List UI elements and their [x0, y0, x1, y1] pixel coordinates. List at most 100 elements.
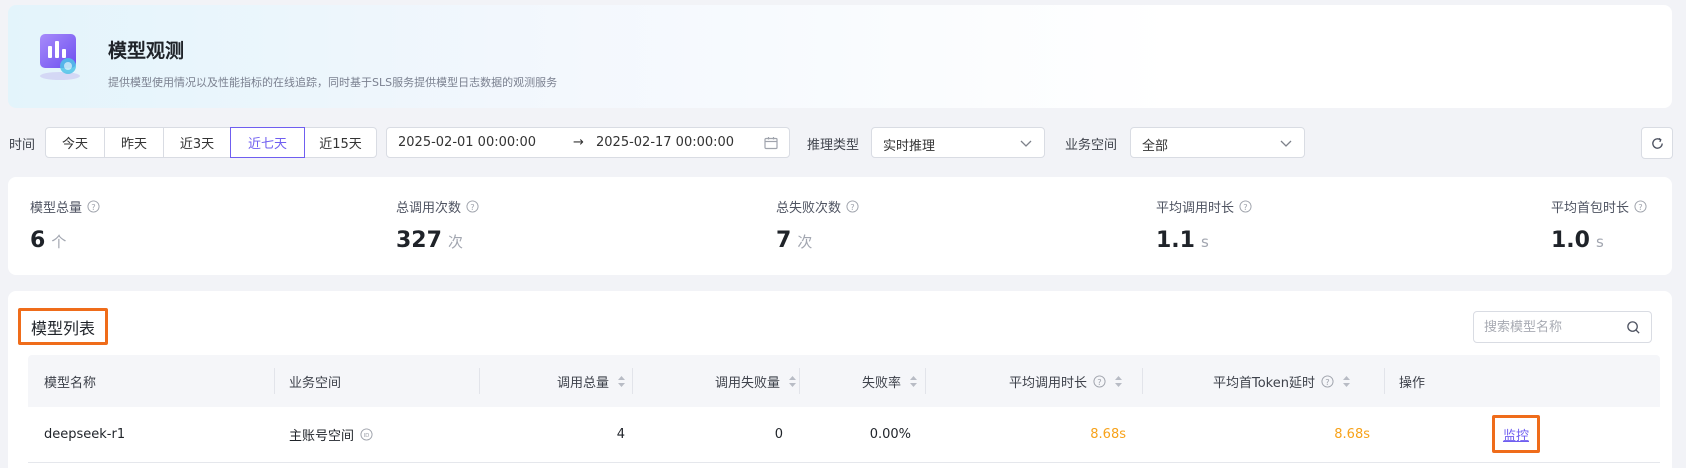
svg-text:?: ?: [850, 202, 854, 212]
filter-bar: 时间 今天 昨天 近3天 近七天 近15天 2025-02-01 00:00:0…: [0, 125, 1686, 159]
chevron-down-icon: [1020, 140, 1032, 147]
stat-unit: 次: [447, 233, 463, 251]
sort-icon[interactable]: [618, 375, 625, 387]
col-header-label: 平均调用时长: [1008, 375, 1087, 391]
workspace-value: 全部: [1142, 139, 1169, 154]
model-search-box[interactable]: [1473, 311, 1652, 343]
col-header-label: 调用失败量: [714, 375, 780, 391]
col-header-label: 平均首Token延时: [1213, 375, 1315, 391]
search-icon[interactable]: [1626, 320, 1641, 335]
monitor-link-highlight: 监控: [1492, 415, 1540, 453]
stat-avg-first-packet: 平均首包时长 ? 1.0 s: [1551, 197, 1647, 253]
table-row: deepseek-r1 主账号空间 ID 4 0 0.00% 8.68s 8.6…: [28, 407, 1660, 463]
svg-text:?: ?: [1097, 376, 1101, 386]
model-table: 模型名称 业务空间 调用总量 调用失败量 失败率 平均调用时长 ? 平均首Tok…: [28, 355, 1660, 463]
sort-icon[interactable]: [789, 375, 796, 387]
inference-type-label: 推理类型: [807, 138, 860, 153]
stat-label: 平均首包时长: [1551, 201, 1630, 216]
svg-text:?: ?: [1243, 202, 1247, 212]
monitor-link[interactable]: 监控: [1503, 425, 1529, 444]
stat-unit: s: [1595, 233, 1604, 251]
help-icon[interactable]: ?: [1634, 200, 1647, 213]
stat-avg-duration: 平均调用时长 ? 1.1 s: [1156, 197, 1252, 253]
arrow-right-icon: →: [573, 135, 584, 150]
help-icon[interactable]: ?: [1321, 374, 1334, 388]
help-icon[interactable]: ?: [466, 200, 479, 213]
time-7days-button[interactable]: 近七天: [230, 127, 305, 158]
page-title: 模型观测: [108, 40, 185, 62]
cell-failed-calls: 0: [774, 427, 783, 442]
stat-label: 总失败次数: [776, 201, 842, 216]
help-icon[interactable]: ?: [1239, 200, 1252, 213]
stat-unit: s: [1200, 233, 1209, 251]
stat-label: 模型总量: [30, 201, 83, 216]
cell-workspace-label: 主账号空间: [289, 429, 355, 444]
stat-value: 327: [396, 228, 442, 253]
chevron-down-icon: [1280, 140, 1292, 147]
stat-value: 1.1: [1156, 228, 1195, 253]
page-header: 模型观测 提供模型使用情况以及性能指标的在线追踪，同时基于SLS服务提供模型日志…: [8, 5, 1672, 108]
chart-logo-icon: [32, 28, 88, 84]
svg-text:?: ?: [91, 202, 95, 212]
stat-value: 6: [30, 228, 46, 253]
date-start[interactable]: 2025-02-01 00:00:00: [398, 135, 536, 150]
cell-model-name: deepseek-r1: [44, 427, 126, 442]
model-list-card: 模型列表 模型名称 业务空间 调用总量 调用失败量 失败率: [8, 291, 1672, 468]
col-header-workspace: 业务空间: [289, 375, 342, 391]
stat-unit: 次: [797, 233, 813, 251]
stats-card: 模型总量 ? 6 个 总调用次数 ? 327 次 总失败次数 ? 7 次 平均调…: [8, 177, 1672, 275]
calendar-icon: [764, 137, 778, 150]
model-list-title-highlight: 模型列表: [18, 308, 108, 345]
cell-avg-duration: 8.68s: [1090, 427, 1126, 442]
inference-type-select[interactable]: 实时推理: [871, 127, 1045, 158]
inference-type-value: 实时推理: [883, 139, 936, 154]
stat-model-total: 模型总量 ? 6 个: [30, 197, 100, 253]
time-today-button[interactable]: 今天: [45, 127, 105, 158]
cell-failure-rate: 0.00%: [869, 427, 911, 442]
col-header-model-name: 模型名称: [44, 375, 97, 391]
help-icon[interactable]: ?: [1093, 374, 1106, 388]
search-input[interactable]: [1484, 318, 1624, 336]
col-header-failure-rate[interactable]: 失败率: [799, 355, 917, 407]
workspace-label: 业务空间: [1065, 138, 1118, 153]
refresh-button[interactable]: [1641, 127, 1673, 159]
col-header-total-calls[interactable]: 调用总量: [479, 355, 625, 407]
time-15days-button[interactable]: 近15天: [304, 127, 377, 158]
date-end[interactable]: 2025-02-17 00:00:00: [596, 135, 734, 150]
workspace-select[interactable]: 全部: [1130, 127, 1305, 158]
sort-icon[interactable]: [910, 375, 917, 387]
cell-total-calls: 4: [616, 427, 625, 442]
help-icon[interactable]: ?: [846, 200, 859, 213]
sort-icon[interactable]: [1343, 375, 1350, 387]
time-yesterday-button[interactable]: 昨天: [104, 127, 164, 158]
stat-value: 7: [776, 228, 792, 253]
refresh-icon: [1651, 137, 1663, 149]
col-header-avg-duration[interactable]: 平均调用时长 ?: [925, 355, 1122, 407]
time-range-buttons: 今天 昨天 近3天 近七天 近15天: [45, 127, 377, 159]
page-description: 提供模型使用情况以及性能指标的在线追踪，同时基于SLS服务提供模型日志数据的观测…: [108, 76, 558, 89]
col-header-avg-first-token[interactable]: 平均首Token延时 ?: [1142, 355, 1350, 407]
stat-value: 1.0: [1551, 228, 1590, 253]
sort-icon[interactable]: [1115, 375, 1122, 387]
stat-unit: 个: [51, 233, 67, 251]
time-3days-button[interactable]: 近3天: [163, 127, 231, 158]
help-icon[interactable]: ?: [87, 200, 100, 213]
date-range-picker[interactable]: 2025-02-01 00:00:00 → 2025-02-17 00:00:0…: [386, 127, 790, 158]
svg-text:?: ?: [1638, 202, 1642, 212]
table-header: 模型名称 业务空间 调用总量 调用失败量 失败率 平均调用时长 ? 平均首Tok…: [28, 355, 1660, 407]
stat-label: 平均调用时长: [1156, 201, 1235, 216]
col-header-failed-calls[interactable]: 调用失败量: [632, 355, 796, 407]
col-header-label: 调用总量: [556, 375, 609, 391]
svg-text:?: ?: [470, 202, 474, 212]
stat-label: 总调用次数: [396, 201, 462, 216]
cell-workspace: 主账号空间 ID: [289, 407, 373, 462]
stat-total-failures: 总失败次数 ? 7 次: [776, 197, 859, 253]
svg-text:?: ?: [1325, 376, 1329, 386]
cell-avg-first-token: 8.68s: [1334, 427, 1370, 442]
svg-text:ID: ID: [364, 433, 370, 439]
model-list-title: 模型列表: [30, 318, 95, 338]
col-header-label: 失败率: [861, 375, 901, 391]
stat-total-calls: 总调用次数 ? 327 次: [396, 197, 479, 253]
workspace-id-icon[interactable]: ID: [360, 428, 373, 441]
time-label: 时间: [9, 138, 36, 153]
